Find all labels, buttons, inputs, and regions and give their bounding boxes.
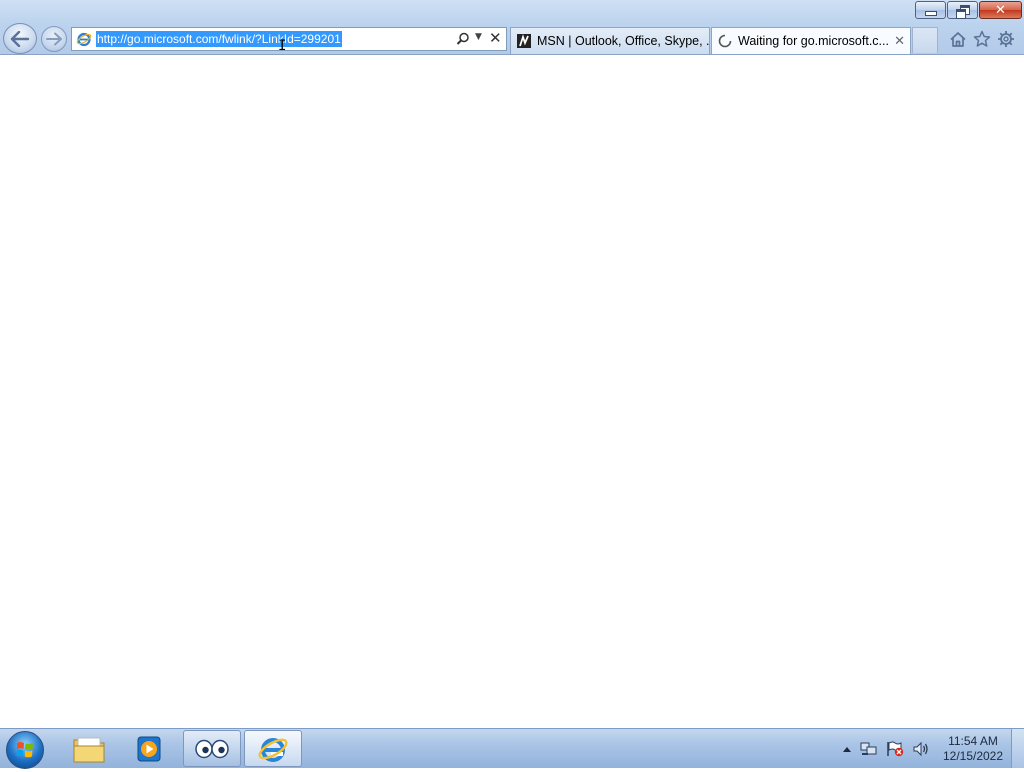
eyes-icon <box>195 739 229 758</box>
close-icon: ✕ <box>995 2 1006 18</box>
tab-msn[interactable]: MSN | Outlook, Office, Skype, ... <box>510 27 710 54</box>
tools-gear-icon[interactable] <box>996 29 1016 49</box>
tab-title: Waiting for go.microsoft.c... <box>738 34 889 48</box>
taskbar-explorer[interactable] <box>60 730 118 767</box>
stop-icon[interactable]: ✕ <box>489 29 502 47</box>
taskbar: 11:54 AM 12/15/2022 <box>0 728 1024 769</box>
system-tray <box>842 729 930 769</box>
windows-logo-icon <box>16 742 33 758</box>
msn-icon <box>517 34 531 48</box>
tab-title: MSN | Outlook, Office, Skype, ... <box>537 34 709 48</box>
loading-spinner-icon <box>718 34 732 48</box>
taskbar-eyes-app[interactable] <box>183 730 241 767</box>
text-cursor: I <box>278 38 287 54</box>
forward-arrow-icon <box>46 32 62 46</box>
ie-page-icon <box>76 32 92 47</box>
show-hidden-icons-arrow[interactable] <box>842 745 852 753</box>
address-input[interactable]: http://go.microsoft.com/fwlink/?LinkId=2… <box>96 31 342 47</box>
back-button[interactable] <box>3 23 37 54</box>
start-button[interactable] <box>6 731 44 769</box>
restore-button[interactable] <box>947 1 978 19</box>
ie-icon <box>258 737 288 762</box>
command-icons <box>948 29 1016 49</box>
tab-loading[interactable]: Waiting for go.microsoft.c... ✕ <box>711 27 911 54</box>
taskbar-internet-explorer[interactable] <box>244 730 302 767</box>
back-arrow-icon <box>10 30 30 47</box>
volume-icon[interactable] <box>912 741 930 757</box>
minimize-icon <box>924 10 937 16</box>
tab-close-icon[interactable]: ✕ <box>894 33 905 49</box>
favorites-star-icon[interactable] <box>972 29 992 49</box>
home-icon[interactable] <box>948 29 968 49</box>
media-player-icon <box>137 736 161 761</box>
close-button[interactable]: ✕ <box>979 1 1022 19</box>
clock-date: 12/15/2022 <box>942 749 1004 763</box>
network-icon[interactable] <box>860 741 878 757</box>
window-controls: ✕ <box>915 1 1022 20</box>
dropdown-arrow-icon[interactable]: ▼ <box>475 32 482 42</box>
browser-chrome: ✕ http://go.microsoft.com/fwlink/?LinkId… <box>0 0 1024 55</box>
folder-icon <box>73 737 105 762</box>
action-center-flag-icon[interactable] <box>886 741 904 757</box>
taskbar-media-player[interactable] <box>120 730 178 767</box>
clock[interactable]: 11:54 AM 12/15/2022 <box>940 734 1006 764</box>
restore-icon <box>955 4 970 19</box>
page-content <box>0 55 1024 728</box>
address-bar[interactable]: http://go.microsoft.com/fwlink/?LinkId=2… <box>71 27 507 51</box>
forward-button[interactable] <box>41 26 67 52</box>
minimize-button[interactable] <box>915 1 946 19</box>
clock-time: 11:54 AM <box>948 734 998 748</box>
new-tab-button[interactable] <box>912 27 938 53</box>
search-icon[interactable] <box>456 32 470 46</box>
show-desktop-button[interactable] <box>1011 729 1024 768</box>
